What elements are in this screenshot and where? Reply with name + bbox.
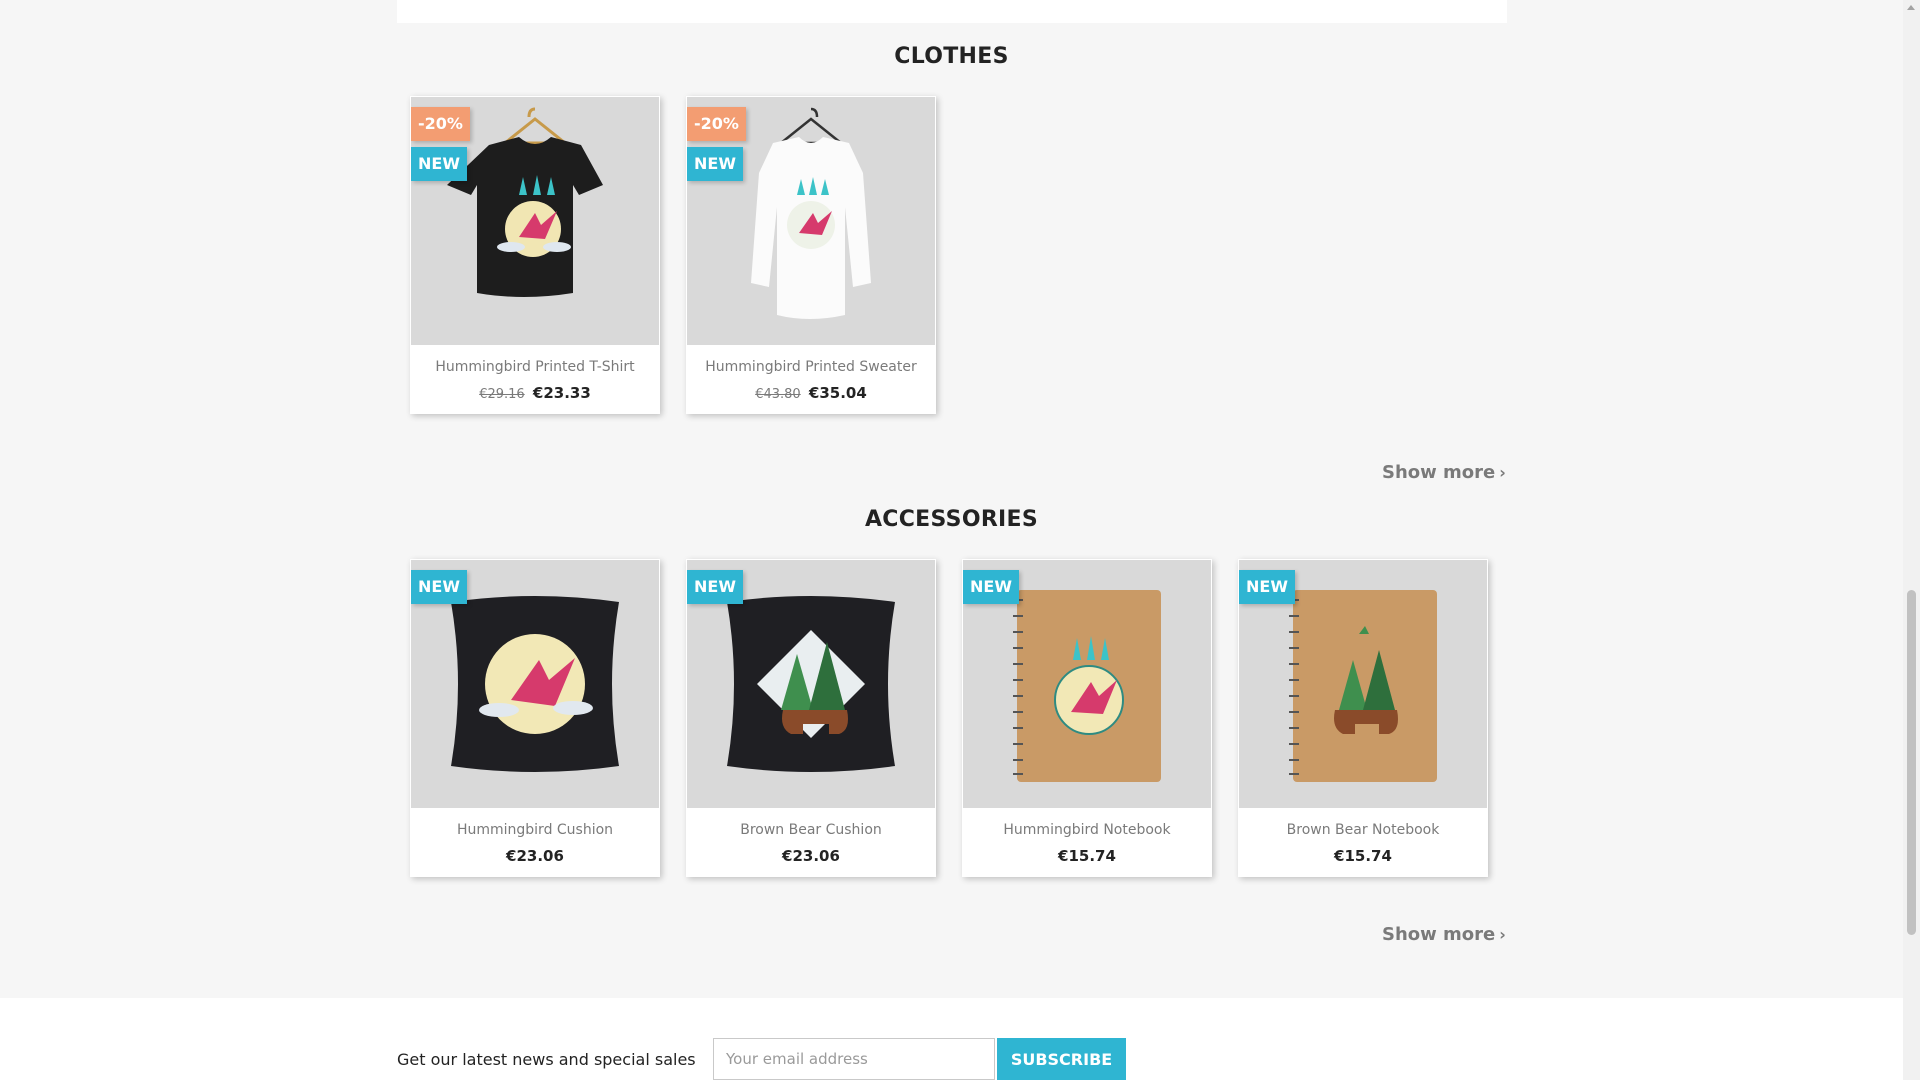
new-badge: NEW <box>687 147 743 181</box>
product-price-line: €43.80 €35.04 <box>686 384 936 402</box>
product-price-line: €23.06 <box>686 847 936 865</box>
product-card-brown-bear-notebook[interactable]: NEW Brown Bear Notebook €15.74 <box>1238 559 1488 877</box>
product-image-tshirt[interactable]: -20% NEW <box>411 97 659 345</box>
product-image-hummingbird-cushion[interactable]: NEW <box>411 560 659 808</box>
product-price-line: €15.74 <box>1238 847 1488 865</box>
product-name[interactable]: Hummingbird Notebook <box>962 822 1212 838</box>
scrollbar-thumb[interactable] <box>1907 590 1916 935</box>
product-image-sweater[interactable]: -20% NEW <box>687 97 935 345</box>
product-name[interactable]: Hummingbird Printed T-Shirt <box>410 359 660 375</box>
new-badge: NEW <box>411 570 467 604</box>
product-price: €15.74 <box>1058 847 1116 865</box>
product-price: €23.06 <box>782 847 840 865</box>
product-price: €35.04 <box>808 384 867 402</box>
new-badge: NEW <box>687 570 743 604</box>
clothes-product-grid: -20% NEW Hummingbird Printed T-Shirt €29… <box>410 96 936 414</box>
product-price: €15.74 <box>1334 847 1392 865</box>
product-card-brown-bear-cushion[interactable]: NEW Brown Bear Cushion €23.06 <box>686 559 936 877</box>
product-name[interactable]: Hummingbird Cushion <box>410 822 660 838</box>
product-name[interactable]: Brown Bear Cushion <box>686 822 936 838</box>
discount-badge: -20% <box>687 107 746 141</box>
product-image-brown-bear-notebook[interactable]: NEW <box>1239 560 1487 808</box>
clothes-section-title: CLOTHES <box>894 44 1009 69</box>
subscribe-button[interactable]: Subscribe <box>997 1038 1126 1080</box>
accessories-product-grid: NEW Hummingbird Cushion €23.06 NEW Brown… <box>410 559 1488 877</box>
discount-badge: -20% <box>411 107 470 141</box>
regular-price: €43.80 <box>755 387 801 402</box>
new-badge: NEW <box>1239 570 1295 604</box>
product-card-sweater[interactable]: -20% NEW Hummingbird Printed Sweater €43… <box>686 96 936 414</box>
product-image-hummingbird-notebook[interactable]: NEW <box>963 560 1211 808</box>
product-price-line: €29.16 €23.33 <box>410 384 660 402</box>
product-card-hummingbird-cushion[interactable]: NEW Hummingbird Cushion €23.06 <box>410 559 660 877</box>
show-more-label: Show more <box>1382 924 1496 945</box>
product-price-line: €23.06 <box>410 847 660 865</box>
product-card-tshirt[interactable]: -20% NEW Hummingbird Printed T-Shirt €29… <box>410 96 660 414</box>
chevron-right-icon: › <box>1499 463 1506 482</box>
product-price-line: €15.74 <box>962 847 1212 865</box>
newsletter-email-input[interactable] <box>713 1038 995 1080</box>
product-card-hummingbird-notebook[interactable]: NEW Hummingbird Notebook €15.74 <box>962 559 1212 877</box>
new-badge: NEW <box>411 147 467 181</box>
newsletter-text: Get our latest news and special sales <box>397 1050 696 1069</box>
product-price: €23.33 <box>532 384 591 402</box>
page-scrollbar[interactable] <box>1903 0 1920 1080</box>
product-price: €23.06 <box>506 847 564 865</box>
chevron-right-icon: › <box>1499 925 1506 944</box>
new-badge: NEW <box>963 570 1019 604</box>
product-image-brown-bear-cushion[interactable]: NEW <box>687 560 935 808</box>
scroll-up-arrow-icon[interactable] <box>1907 5 1915 10</box>
regular-price: €29.16 <box>479 387 525 402</box>
accessories-section-title: ACCESSORIES <box>864 507 1039 532</box>
clothes-show-more-link[interactable]: Show more › <box>1382 462 1506 483</box>
newsletter-section: Get our latest news and special sales Su… <box>0 998 1903 1080</box>
product-name[interactable]: Hummingbird Printed Sweater <box>686 359 936 375</box>
accessories-show-more-link[interactable]: Show more › <box>1382 924 1506 945</box>
previous-section-panel <box>397 0 1507 23</box>
show-more-label: Show more <box>1382 462 1496 483</box>
product-name[interactable]: Brown Bear Notebook <box>1238 822 1488 838</box>
